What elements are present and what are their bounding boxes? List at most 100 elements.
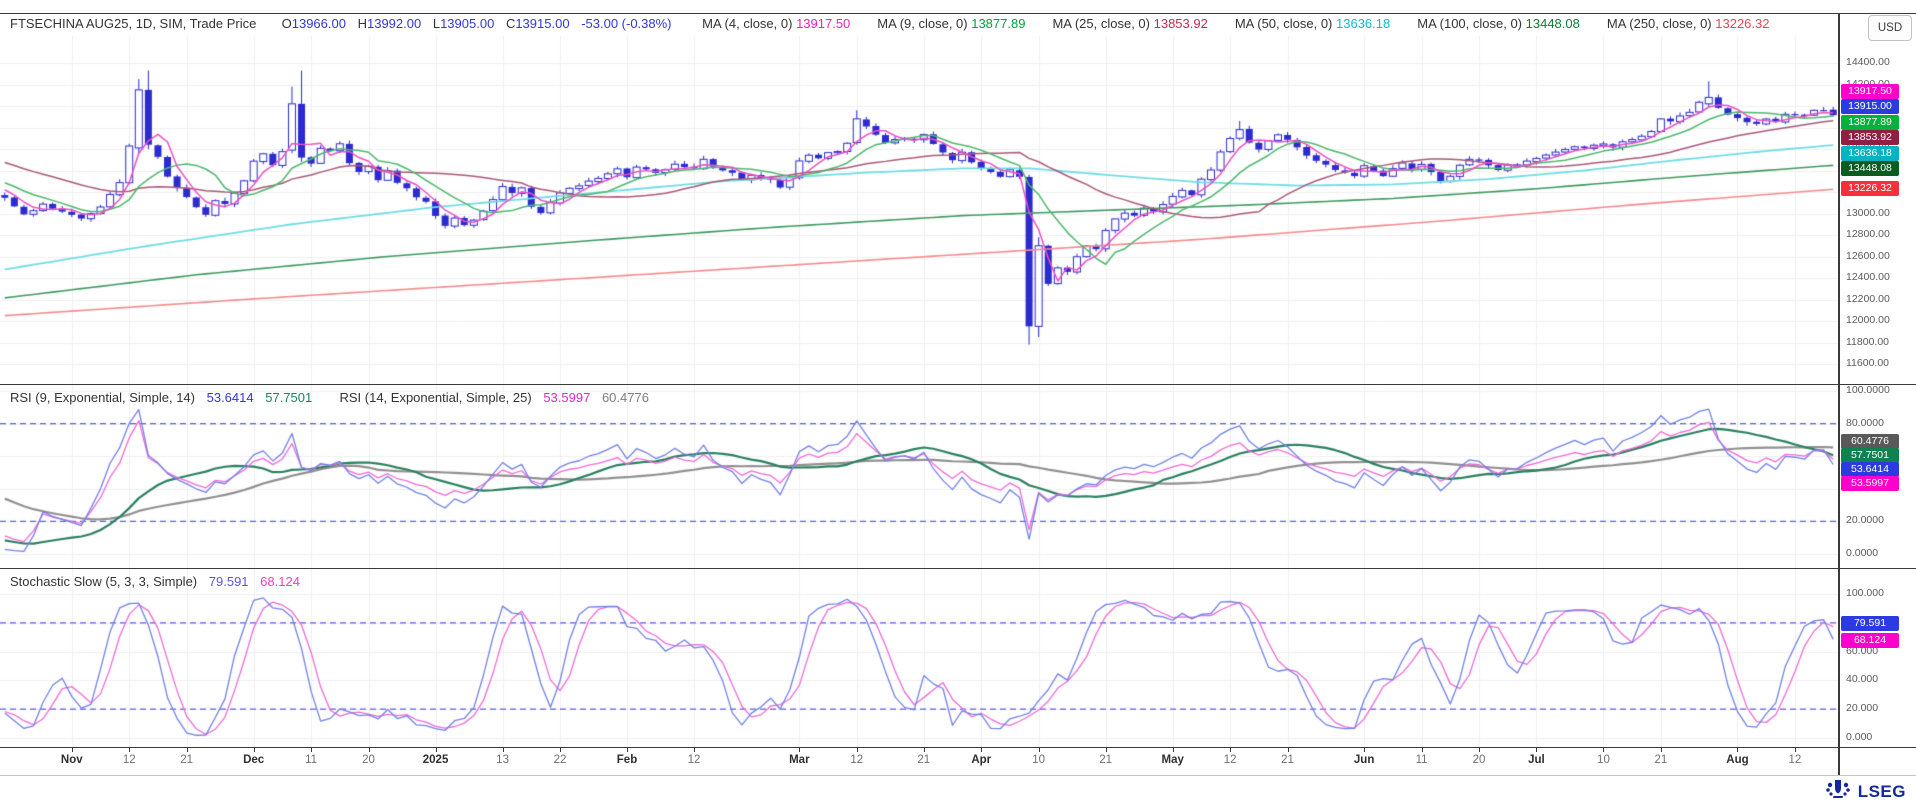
- time-axis-label: May: [1143, 754, 1203, 766]
- stoch-chart-canvas[interactable]: [0, 569, 1838, 747]
- time-axis-label: Dec: [224, 754, 284, 766]
- open-label: O: [282, 16, 292, 31]
- currency-button[interactable]: USD: [1868, 15, 1912, 41]
- time-tick-mark: [369, 748, 370, 752]
- close-value: 13915.00: [515, 16, 569, 31]
- time-tick-mark: [924, 748, 925, 752]
- time-tick-mark: [560, 748, 561, 752]
- time-axis-label: 20: [1449, 754, 1509, 766]
- price-axis-label: 12000.00: [1846, 314, 1890, 326]
- time-tick-mark: [799, 748, 800, 752]
- time-tick-mark: [1039, 748, 1040, 752]
- high-label: H: [358, 16, 367, 31]
- time-axis-label: 10: [1009, 754, 1069, 766]
- time-tick-mark: [72, 748, 73, 752]
- time-axis-label: 12: [827, 754, 887, 766]
- price-axis-badge: 13915.00: [1841, 99, 1899, 114]
- rsi-axis-label: 80.0000: [1846, 417, 1884, 429]
- time-axis[interactable]: Nov1221Dec112020251322Feb12Mar1221Apr102…: [0, 748, 1838, 775]
- price-axis-badge: 13853.92: [1841, 130, 1899, 145]
- price-chart-canvas[interactable]: [0, 36, 1838, 384]
- ma-legend-label: MA (9, close, 0): [877, 16, 971, 31]
- time-tick-mark: [694, 748, 695, 752]
- time-axis-label: 11: [281, 754, 341, 766]
- time-tick-mark: [1536, 748, 1537, 752]
- time-axis-label: 13: [473, 754, 533, 766]
- rsi-axis-label: 20.0000: [1846, 514, 1884, 526]
- time-tick-mark: [1479, 748, 1480, 752]
- time-tick-mark: [1603, 748, 1604, 752]
- price-axis-label: 14400.00: [1846, 56, 1890, 68]
- ma-legend-item[interactable]: MA (4, close, 0) 13917.50: [702, 16, 850, 31]
- time-tick-mark: [254, 748, 255, 752]
- price-rsi-divider[interactable]: [0, 384, 1916, 385]
- time-tick-mark: [857, 748, 858, 752]
- time-axis-label: Mar: [769, 754, 829, 766]
- time-axis-label: 21: [1076, 754, 1136, 766]
- rsi-chart-canvas[interactable]: [0, 385, 1838, 568]
- time-tick-mark: [981, 748, 982, 752]
- price-axis-badge: 13448.08: [1841, 161, 1899, 176]
- time-axis-label: 20: [339, 754, 399, 766]
- time-axis-label: Nov: [42, 754, 102, 766]
- ma-legend-label: MA (25, close, 0): [1052, 16, 1153, 31]
- time-tick-mark: [1364, 748, 1365, 752]
- time-tick-mark: [627, 748, 628, 752]
- rsi-label-1: RSI (9, Exponential, Simple, 14): [10, 390, 195, 405]
- rsi-stoch-divider[interactable]: [0, 568, 1916, 569]
- time-tick-mark: [1230, 748, 1231, 752]
- stoch-label: Stochastic Slow (5, 3, 3, Simple): [10, 574, 197, 589]
- stoch-axis-badge: 79.591: [1841, 616, 1899, 631]
- time-axis-label: 12: [1765, 754, 1825, 766]
- ma-legend-item[interactable]: MA (25, close, 0) 13853.92: [1052, 16, 1207, 31]
- price-axis-badge: 13636.18: [1841, 146, 1899, 161]
- lseg-crest-icon: [1823, 778, 1853, 803]
- time-axis-label: 21: [1258, 754, 1318, 766]
- time-axis-label: 21: [1631, 754, 1691, 766]
- rsi-axis-label: 100.0000: [1846, 384, 1890, 396]
- rsi-panel-title[interactable]: RSI (9, Exponential, Simple, 14) 53.6414…: [10, 390, 649, 405]
- price-axis-label: 11600.00: [1846, 357, 1889, 369]
- ma-legend-label: MA (250, close, 0): [1607, 16, 1715, 31]
- rsi-axis-badge: 57.7501: [1841, 448, 1899, 463]
- chart-legend[interactable]: FTSECHINA AUG25, 1D, SIM, Trade Price O 1…: [10, 16, 1769, 34]
- time-axis-label: 12: [1200, 754, 1260, 766]
- stoch-d-value: 68.124: [260, 574, 300, 589]
- price-axis-label: 12800.00: [1846, 228, 1890, 240]
- ma-legend-label: MA (100, close, 0): [1417, 16, 1525, 31]
- time-tick-mark: [1422, 748, 1423, 752]
- time-tick-mark: [311, 748, 312, 752]
- ma-legend-host: MA (4, close, 0) 13917.50 MA (9, close, 0…: [675, 16, 1769, 31]
- time-axis-label: 11: [1392, 754, 1452, 766]
- ma-legend-item[interactable]: MA (250, close, 0) 13226.32: [1607, 16, 1770, 31]
- close-label: C: [506, 16, 515, 31]
- price-axis-label: 12600.00: [1846, 250, 1890, 262]
- ma-legend-item[interactable]: MA (50, close, 0) 13636.18: [1235, 16, 1390, 31]
- time-axis-label: Jun: [1334, 754, 1394, 766]
- rsi-axis-badge: 53.5997: [1841, 476, 1899, 491]
- currency-label: USD: [1878, 22, 1902, 34]
- instrument-title: FTSECHINA AUG25, 1D, SIM, Trade Price: [10, 16, 256, 31]
- value-axis[interactable]: 14400.0014200.0014000.0013800.0013600.00…: [1840, 0, 1916, 803]
- price-axis-label: 11800.00: [1846, 336, 1889, 348]
- time-axis-label: 22: [530, 754, 590, 766]
- change-value: -53.00 (-0.38%): [581, 16, 671, 31]
- time-axis-label: 2025: [406, 754, 466, 766]
- ma-legend-value: 13226.32: [1715, 16, 1769, 31]
- ma-legend-item[interactable]: MA (100, close, 0) 13448.08: [1417, 16, 1580, 31]
- price-axis-label: 13000.00: [1846, 207, 1890, 219]
- price-axis-label: 12200.00: [1846, 293, 1890, 305]
- ma-legend-value: 13877.89: [971, 16, 1025, 31]
- stoch-axis-badge: 68.124: [1841, 633, 1899, 648]
- time-tick-mark: [1288, 748, 1289, 752]
- time-axis-label: 10: [1573, 754, 1633, 766]
- stoch-axis-label: 40.000: [1846, 673, 1878, 685]
- stoch-axis-label: 0.000: [1846, 731, 1872, 743]
- rsi-axis-badge: 53.6414: [1841, 462, 1899, 477]
- time-tick-mark: [436, 748, 437, 752]
- time-axis-label: 21: [157, 754, 217, 766]
- time-axis-label: 12: [664, 754, 724, 766]
- stoch-panel-title[interactable]: Stochastic Slow (5, 3, 3, Simple) 79.591…: [10, 574, 300, 589]
- ma-legend-item[interactable]: MA (9, close, 0) 13877.89: [877, 16, 1025, 31]
- ma-legend-value: 13448.08: [1526, 16, 1580, 31]
